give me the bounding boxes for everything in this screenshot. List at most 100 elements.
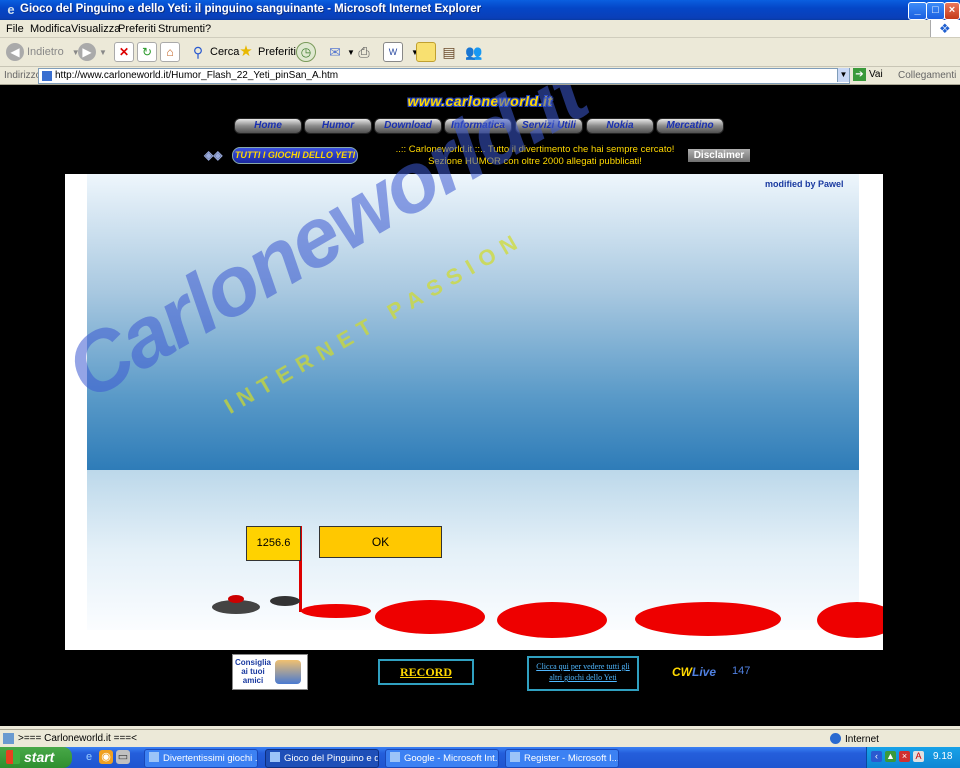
globe-icon [830,733,841,744]
home-button[interactable]: ⌂ [160,42,183,62]
task-label: Google - Microsoft Int... [404,753,499,764]
swirl-icon: ◈◈ [204,148,223,162]
maximize-button[interactable]: □ [926,2,945,20]
score-display: 1256.6 [246,526,301,561]
favorites-button[interactable]: ★ Preferiti [237,42,296,62]
address-url: http://www.carloneworld.it/Humor_Flash_2… [55,70,339,81]
cwlive-count: 147 [732,665,751,677]
nav-informatica[interactable]: Informatica [444,118,512,134]
ok-button[interactable]: OK [319,526,442,558]
menu-modifica[interactable]: Modifica [30,23,71,35]
task-label: Register - Microsoft I... [524,753,619,764]
address-input[interactable]: http://www.carloneworld.it/Humor_Flash_2… [38,68,850,84]
tray-security-icon[interactable]: × [899,751,910,762]
menu-strumenti[interactable]: Strumenti [158,23,205,35]
close-button[interactable]: × [944,2,960,20]
address-label: Indirizzo [4,70,42,81]
cwlive-live: Live [692,665,717,679]
altri-giochi-link[interactable]: Clicca qui per vedere tutti gli altri gi… [527,656,639,691]
tutti-giochi-button[interactable]: TUTTI I GIOCHI DELLO YETI [232,147,358,164]
menu-file[interactable]: File [6,23,24,35]
zone-label: Internet [845,734,879,745]
back-button[interactable]: ◀ Indietro ▼ [6,42,80,62]
task-register[interactable]: Register - Microsoft I... [505,749,619,768]
search-icon: ⚲ [192,44,204,60]
ie-task-icon [510,752,520,762]
quicklaunch-ie-icon[interactable]: e [82,750,96,764]
site-logo[interactable]: www.carloneworld.it [0,93,960,109]
search-button[interactable]: ⚲ Cerca [189,42,239,62]
favorites-label: Preferiti [258,46,296,58]
history-icon: ◷ [296,42,316,62]
quicklaunch-firefox-icon[interactable]: ◉ [99,750,113,764]
history-button[interactable]: ◷ [296,42,319,62]
back-arrow-icon: ◀ [6,43,24,61]
go-button[interactable]: ➔ Vai [853,68,883,81]
disclaimer-button[interactable]: Disclaimer [688,149,750,162]
cwlive-badge[interactable]: CWLive [672,665,716,679]
refresh-icon: ↻ [137,42,157,62]
messenger-button[interactable]: 👥 [465,42,486,62]
consiglia-button[interactable]: Consiglia ai tuoi amici [232,654,308,690]
penguin [270,596,300,606]
promo-line-1: ..:: Carloneworld.it ::.. Tutto il diver… [395,144,675,155]
nav-servizi-utili[interactable]: Servizi Utili [515,118,583,134]
promo-text: ..:: Carloneworld.it ::.. Tutto il diver… [380,144,690,168]
nav-mercatino[interactable]: Mercatino [656,118,724,134]
forward-button[interactable]: ▶ ▼ [78,42,107,62]
task-divertentissimi[interactable]: Divertentissimi giochi ... [144,749,258,768]
menu-help[interactable]: ? [205,23,211,35]
book-icon: ▤ [442,44,456,60]
flash-game[interactable]: modified by Pawel 1256.6 OK [65,174,883,650]
nav-home[interactable]: Home [234,118,302,134]
menu-preferiti[interactable]: Preferiti [118,23,156,35]
friends-icon [275,660,301,684]
task-google[interactable]: Google - Microsoft Int... [385,749,499,768]
refresh-button[interactable]: ↻ [137,42,160,62]
home-icon: ⌂ [160,42,180,62]
modified-by-label: modified by Pawel [765,179,844,189]
record-button[interactable]: RECORD [378,659,474,685]
task-gioco-pinguino[interactable]: Gioco del Pinguino e d... [265,749,379,768]
printer-icon: ⎙ [358,44,370,60]
status-bar: >=== Carloneworld.it ===< Internet [0,729,960,747]
print-button[interactable]: ⎙ [355,42,376,62]
consiglia-label: Consiglia ai tuoi amici [235,658,272,685]
status-text: >=== Carloneworld.it ===< [18,733,137,744]
nav-download[interactable]: Download [374,118,442,134]
start-label: start [24,749,55,765]
ie-task-icon [390,752,400,762]
minimize-button[interactable]: _ [908,2,927,20]
mail-button[interactable]: ✉ ▼ [326,42,355,62]
forward-arrow-icon: ▶ [78,43,96,61]
address-bar: Indirizzo http://www.carloneworld.it/Hum… [0,67,960,85]
clock: 9.18 [933,751,953,762]
blood-splat [497,602,607,638]
task-label: Gioco del Pinguino e d... [284,753,379,764]
research-button[interactable]: ▤ [440,42,461,62]
tray-antivirus-icon[interactable]: A [913,751,924,762]
security-zone: Internet [830,733,879,745]
plunger-button [228,595,244,603]
start-button[interactable]: start [0,747,72,768]
tray-network-icon[interactable]: ▲ [885,751,896,762]
windows-logo-icon: ❖ [930,20,960,37]
note-icon [416,42,436,62]
taskbar: start e ◉ ▭ Divertentissimi giochi ... G… [0,747,960,768]
edit-button[interactable]: W ▼ [383,42,419,62]
go-arrow-icon: ➔ [853,68,866,81]
blood-splat [817,602,883,638]
discuss-button[interactable] [416,42,439,62]
menu-visualizza[interactable]: Visualizza [71,23,120,35]
search-label: Cerca [210,46,240,58]
window-titlebar: e Gioco del Pinguino e dello Yeti: il pi… [0,0,960,20]
quicklaunch-desktop-icon[interactable]: ▭ [116,750,130,764]
back-label: Indietro [27,46,64,58]
tray-arrow-icon[interactable]: ‹ [871,751,882,762]
links-toolbar[interactable]: Collegamenti [898,70,956,81]
stop-button[interactable]: ✕ [114,42,137,62]
nav-humor[interactable]: Humor [304,118,372,134]
nav-nokia[interactable]: Nokia [586,118,654,134]
address-dropdown-icon[interactable]: ▼ [837,68,849,82]
windows-flag-icon [6,750,20,764]
